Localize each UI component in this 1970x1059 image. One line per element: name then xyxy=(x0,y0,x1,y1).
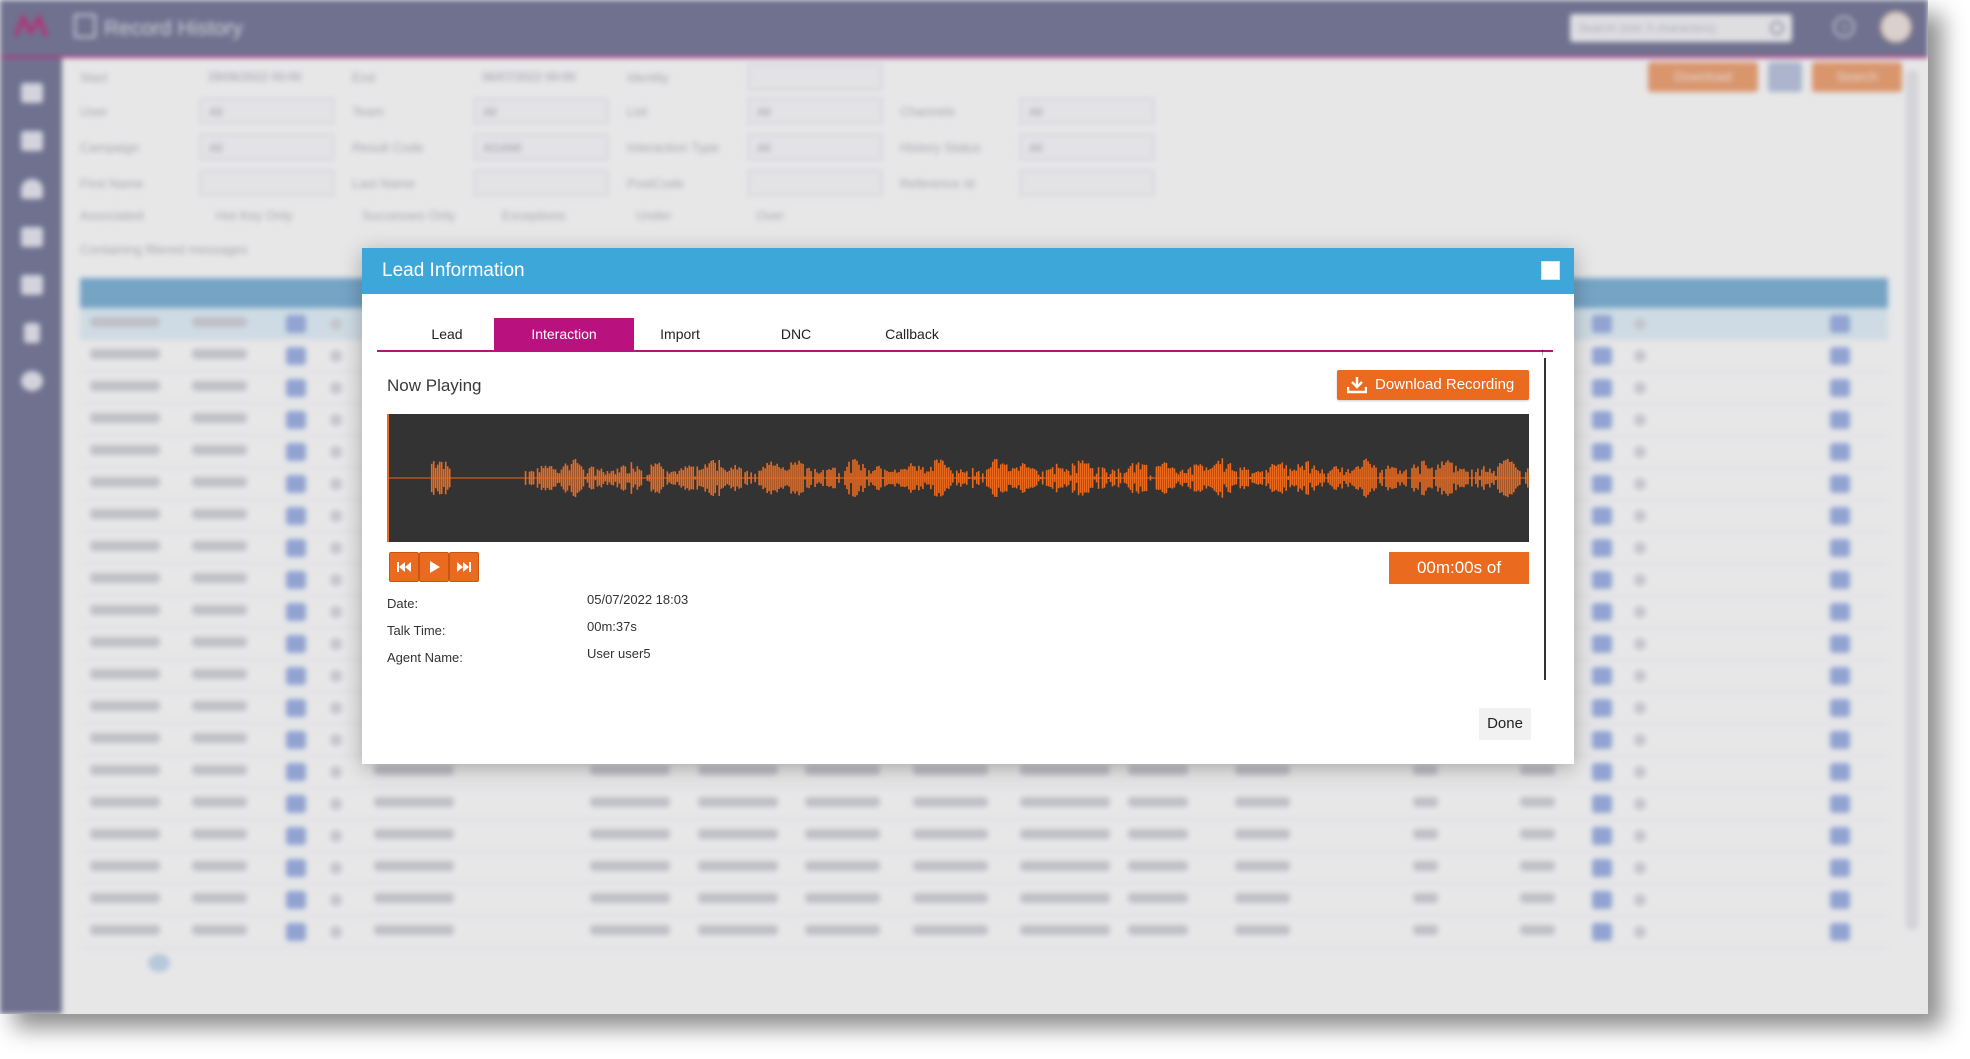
skip-back-button[interactable] xyxy=(389,552,419,582)
date-value: 05/07/2022 18:03 xyxy=(587,592,689,607)
lead-information-dialog: Lead Information Lead Interaction Import… xyxy=(362,248,1574,764)
tab-callback[interactable]: Callback xyxy=(842,318,982,350)
skip-back-icon xyxy=(397,562,411,572)
skip-forward-icon xyxy=(457,562,471,572)
download-icon xyxy=(1347,377,1367,394)
audio-waveform[interactable] xyxy=(387,414,1529,542)
dialog-title: Lead Information xyxy=(382,260,525,281)
agent-name-label: Agent Name: xyxy=(387,650,463,665)
dialog-header: Lead Information xyxy=(362,248,1574,294)
play-button[interactable] xyxy=(419,552,449,582)
interaction-panel: Now Playing Download Recording 00m:00s o… xyxy=(387,356,1557,696)
tab-strip: Lead Interaction Import DNC Callback xyxy=(377,318,1553,352)
now-playing-heading: Now Playing xyxy=(387,376,482,395)
skip-forward-button[interactable] xyxy=(449,552,479,582)
download-recording-button[interactable]: Download Recording xyxy=(1337,370,1529,400)
talk-time-value: 00m:37s xyxy=(587,619,637,634)
dialog-scrollbar[interactable]: ↑ xyxy=(1539,348,1551,692)
close-icon[interactable] xyxy=(1541,261,1560,280)
agent-name-value: User user5 xyxy=(587,646,651,661)
talk-time-label: Talk Time: xyxy=(387,623,446,638)
scroll-up-icon[interactable]: ↑ xyxy=(1540,348,1545,358)
date-label: Date: xyxy=(387,596,419,611)
done-button[interactable]: Done xyxy=(1479,708,1531,740)
play-icon xyxy=(430,561,440,573)
playback-time: 00m:00s of 00m:37s xyxy=(1389,552,1529,609)
